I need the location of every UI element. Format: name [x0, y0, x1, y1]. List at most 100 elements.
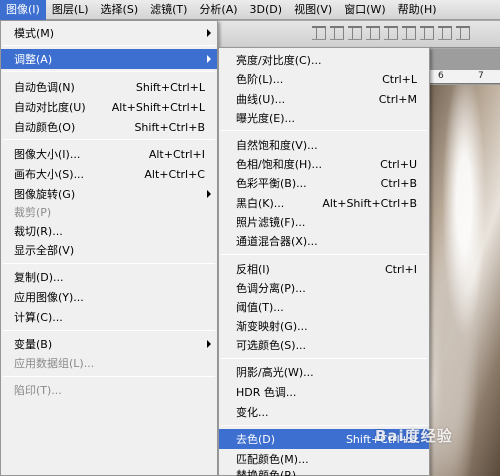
menu-item-shortcut: Ctrl+B — [380, 176, 417, 190]
menu-separator — [3, 263, 215, 264]
menu-item-photo-filter[interactable]: 照片滤镜(F)... — [219, 212, 429, 232]
align-top-icon[interactable] — [312, 26, 326, 40]
align-bottom-icon[interactable] — [348, 26, 362, 40]
menu-help[interactable]: 帮助(H) — [392, 0, 443, 20]
menu-item-auto-color[interactable]: 自动颜色(O) Shift+Ctrl+B — [1, 117, 217, 137]
menu-item-label: 曝光度(E)... — [236, 112, 296, 125]
menu-item-label: 色调分离(P)... — [236, 282, 306, 295]
distribute-bottom-icon[interactable] — [402, 26, 416, 40]
menu-bar: 图像(I) 图层(L) 选择(S) 滤镜(T) 分析(A) 3D(D) 视图(V… — [0, 0, 500, 20]
menu-item-gradient-map[interactable]: 渐变映射(G)... — [219, 316, 429, 336]
menu-item-label: 模式(M) — [14, 27, 55, 40]
menu-item-apply-image[interactable]: 应用图像(Y)... — [1, 287, 217, 307]
align-right-icon[interactable] — [456, 26, 470, 40]
submenu-arrow-icon — [207, 190, 211, 198]
submenu-arrow-icon — [207, 29, 211, 37]
menu-item-color-balance[interactable]: 色彩平衡(B)... Ctrl+B — [219, 173, 429, 193]
menu-item-label: 复制(D)... — [14, 271, 64, 284]
menu-select[interactable]: 选择(S) — [95, 0, 145, 20]
horizontal-ruler: 6 7 — [420, 70, 500, 84]
menu-item-reveal-all[interactable]: 显示全部(V) — [1, 240, 217, 260]
menu-item-label: 裁剪(P) — [14, 206, 52, 219]
menu-view[interactable]: 视图(V) — [288, 0, 338, 20]
menu-item-black-white[interactable]: 黑白(K)... Alt+Shift+Ctrl+B — [219, 193, 429, 213]
menu-3d[interactable]: 3D(D) — [244, 0, 289, 20]
menu-window[interactable]: 窗口(W) — [338, 0, 391, 20]
menu-item-channel-mixer[interactable]: 通道混合器(X)... — [219, 231, 429, 251]
menu-item-calculations[interactable]: 计算(C)... — [1, 307, 217, 327]
menu-item-label: 画布大小(S)... — [14, 168, 85, 181]
menu-item-label: 曲线(U)... — [236, 93, 286, 106]
menu-item-threshold[interactable]: 阈值(T)... — [219, 297, 429, 317]
menu-filter[interactable]: 滤镜(T) — [144, 0, 193, 20]
menu-item-shadows-highlights[interactable]: 阴影/高光(W)... — [219, 362, 429, 382]
menu-item-variables[interactable]: 变量(B) — [1, 334, 217, 354]
menu-item-label: 色相/饱和度(H)... — [236, 158, 323, 171]
menu-item-shortcut: Shift+Ctrl+B — [134, 120, 205, 134]
menu-item-match-color[interactable]: 匹配颜色(M)... — [219, 449, 429, 469]
menu-item-auto-tone[interactable]: 自动色调(N) Shift+Ctrl+L — [1, 77, 217, 97]
menu-item-label: 变量(B) — [14, 338, 53, 351]
menu-image[interactable]: 图像(I) — [0, 0, 46, 20]
adjustments-submenu: 亮度/对比度(C)... 色阶(L)... Ctrl+L 曲线(U)... Ct… — [218, 47, 430, 476]
menu-item-shortcut: Alt+Ctrl+C — [144, 167, 205, 181]
menu-item-trim[interactable]: 裁切(R)... — [1, 221, 217, 241]
menu-item-hue-saturation[interactable]: 色相/饱和度(H)... Ctrl+U — [219, 154, 429, 174]
menu-item-adjustments[interactable]: 调整(A) — [1, 49, 217, 69]
distribute-top-icon[interactable] — [366, 26, 380, 40]
ruler-label: 6 — [438, 71, 444, 81]
menu-item-label: 去色(D) — [236, 433, 276, 446]
menu-separator — [3, 71, 215, 72]
menu-item-label: HDR 色调... — [236, 386, 297, 399]
menu-item-label: 陷印(T)... — [14, 384, 62, 397]
menu-item-shortcut: Ctrl+L — [382, 72, 417, 86]
menu-item-auto-contrast[interactable]: 自动对比度(U) Alt+Shift+Ctrl+L — [1, 97, 217, 117]
menu-item-label: 替换颜色(R)... — [236, 469, 307, 476]
document-canvas[interactable] — [420, 85, 500, 476]
menu-item-shortcut: Alt+Ctrl+I — [148, 147, 205, 161]
menu-separator — [3, 139, 215, 140]
menu-item-hdr-toning[interactable]: HDR 色调... — [219, 382, 429, 402]
menu-item-duplicate[interactable]: 复制(D)... — [1, 267, 217, 287]
menu-item-levels[interactable]: 色阶(L)... Ctrl+L — [219, 69, 429, 89]
menu-item-label: 照片滤镜(F)... — [236, 216, 306, 229]
menu-analysis[interactable]: 分析(A) — [193, 0, 243, 20]
menu-item-vibrance[interactable]: 自然饱和度(V)... — [219, 135, 429, 155]
menu-item-mode[interactable]: 模式(M) — [1, 23, 217, 43]
menu-item-apply-data-set: 应用数据组(L)... — [1, 353, 217, 373]
menu-item-exposure[interactable]: 曝光度(E)... — [219, 108, 429, 128]
menu-item-label: 可选颜色(S)... — [236, 339, 307, 352]
menu-item-label: 自动色调(N) — [14, 81, 75, 94]
menu-item-brightness-contrast[interactable]: 亮度/对比度(C)... — [219, 50, 429, 70]
menu-separator — [221, 130, 427, 131]
menu-item-invert[interactable]: 反相(I) Ctrl+I — [219, 259, 429, 279]
align-left-icon[interactable] — [420, 26, 434, 40]
menu-item-image-size[interactable]: 图像大小(I)... Alt+Ctrl+I — [1, 144, 217, 164]
menu-item-variations[interactable]: 变化... — [219, 402, 429, 422]
menu-item-shortcut: Shift+Ctrl+L — [135, 80, 205, 94]
menu-item-posterize[interactable]: 色调分离(P)... — [219, 278, 429, 298]
menu-item-curves[interactable]: 曲线(U)... Ctrl+M — [219, 89, 429, 109]
menu-item-label: 计算(C)... — [14, 311, 63, 324]
menu-item-label: 应用图像(Y)... — [14, 291, 84, 304]
ruler-label: 7 — [478, 71, 484, 81]
menu-item-shortcut: Ctrl+U — [380, 157, 417, 171]
menu-item-canvas-size[interactable]: 画布大小(S)... Alt+Ctrl+C — [1, 164, 217, 184]
submenu-arrow-icon — [207, 55, 211, 63]
menu-item-selective-color[interactable]: 可选颜色(S)... — [219, 335, 429, 355]
align-hcenter-icon[interactable] — [438, 26, 452, 40]
menu-separator — [3, 376, 215, 377]
menu-layer[interactable]: 图层(L) — [46, 0, 95, 20]
align-tools — [312, 26, 474, 40]
menu-item-replace-color[interactable]: 替换颜色(R)... — [219, 467, 429, 476]
menu-item-label: 阴影/高光(W)... — [236, 366, 314, 379]
menu-item-trap: 陷印(T)... — [1, 380, 217, 400]
menu-item-label: 黑白(K)... — [236, 197, 285, 210]
menu-separator — [3, 45, 215, 46]
distribute-vcenter-icon[interactable] — [384, 26, 398, 40]
align-vcenter-icon[interactable] — [330, 26, 344, 40]
menu-item-label: 图像大小(I)... — [14, 148, 81, 161]
menu-item-image-rotation[interactable]: 图像旋转(G) — [1, 184, 217, 204]
menu-item-label: 反相(I) — [236, 263, 270, 276]
menu-separator — [221, 254, 427, 255]
